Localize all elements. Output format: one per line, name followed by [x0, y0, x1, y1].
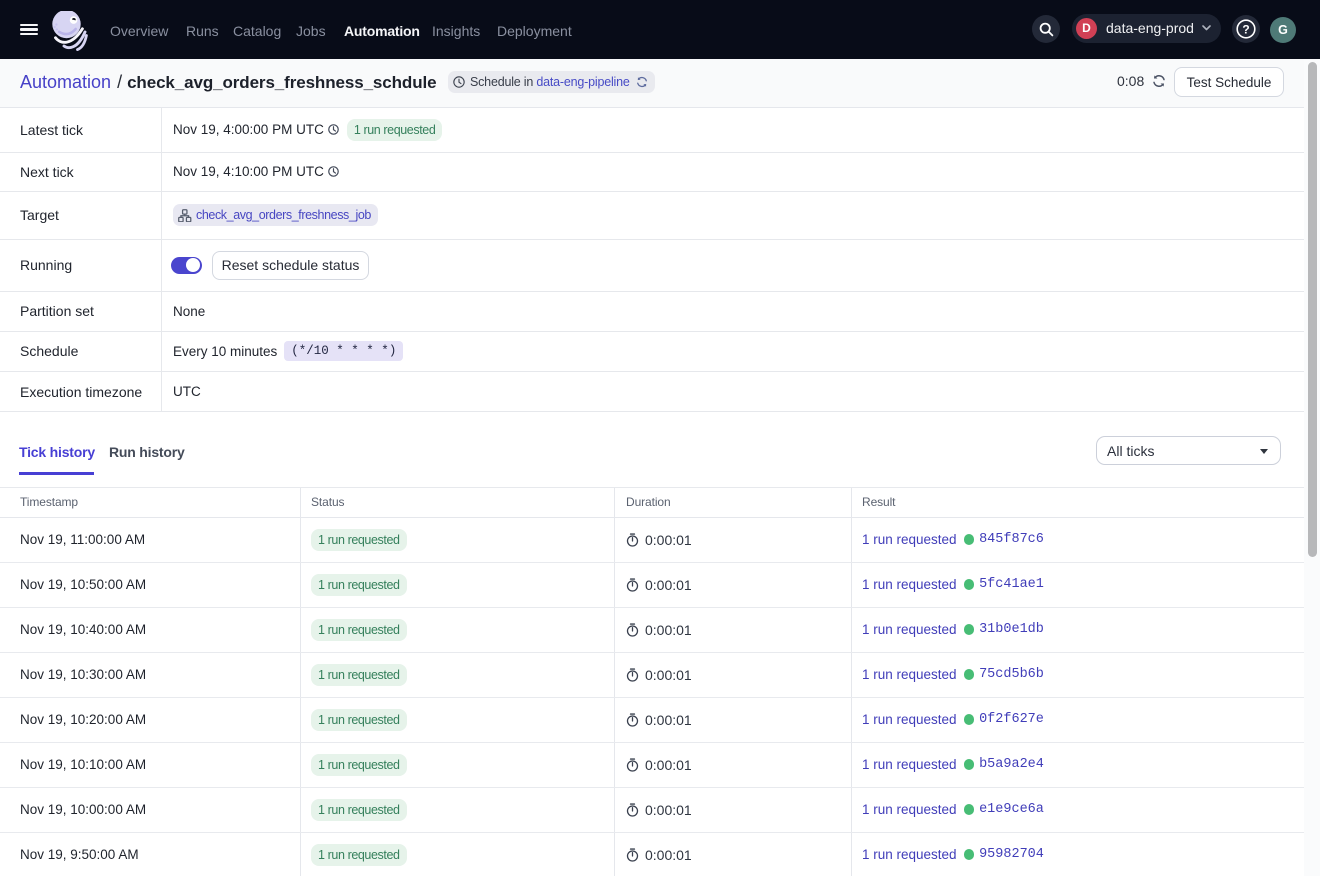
svg-text:?: ?	[1242, 22, 1249, 36]
